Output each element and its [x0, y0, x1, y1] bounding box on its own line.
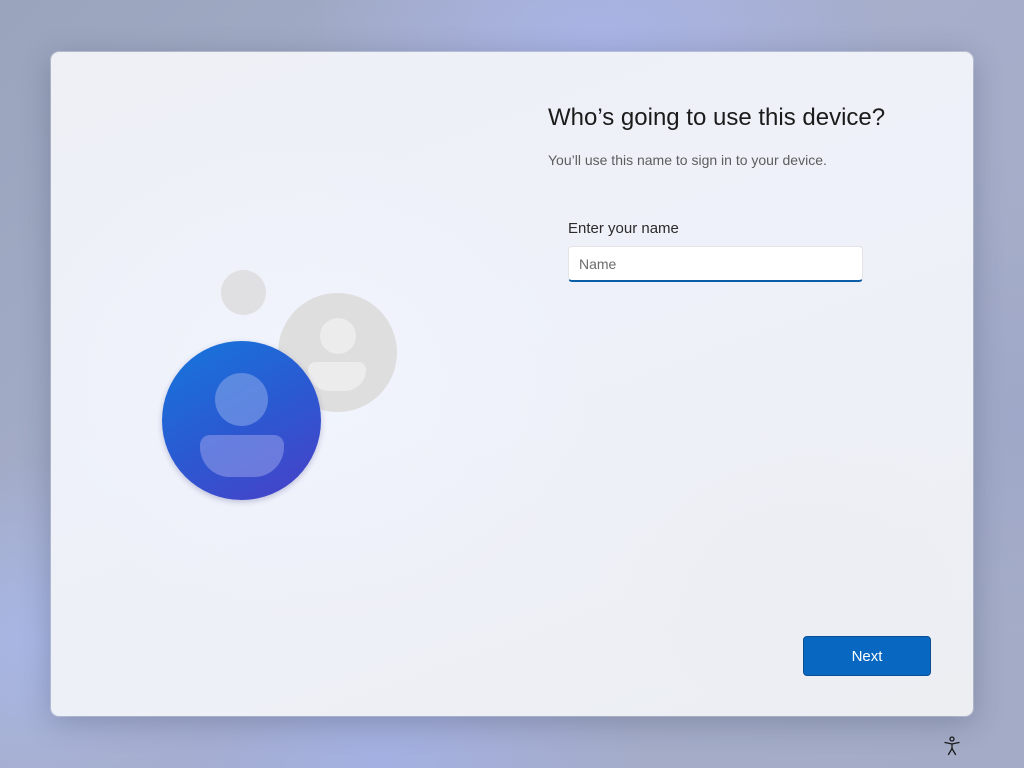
avatar-body — [308, 362, 366, 391]
user-accounts-illustration — [51, 52, 973, 716]
avatar-head — [215, 373, 268, 426]
name-field-label: Enter your name — [568, 220, 679, 237]
avatar-body — [200, 435, 284, 477]
avatar-head — [320, 318, 356, 354]
small-bubble-decoration — [221, 270, 266, 315]
setup-window: Who’s going to use this device? You’ll u… — [51, 52, 973, 716]
page-subtitle: You’ll use this name to sign in to your … — [548, 152, 827, 168]
primary-user-avatar-icon — [162, 341, 321, 500]
page-title: Who’s going to use this device? — [548, 104, 886, 131]
accessibility-icon — [944, 736, 960, 756]
accessibility-button[interactable] — [938, 732, 966, 760]
name-input[interactable] — [568, 246, 863, 282]
next-button[interactable]: Next — [803, 636, 931, 676]
